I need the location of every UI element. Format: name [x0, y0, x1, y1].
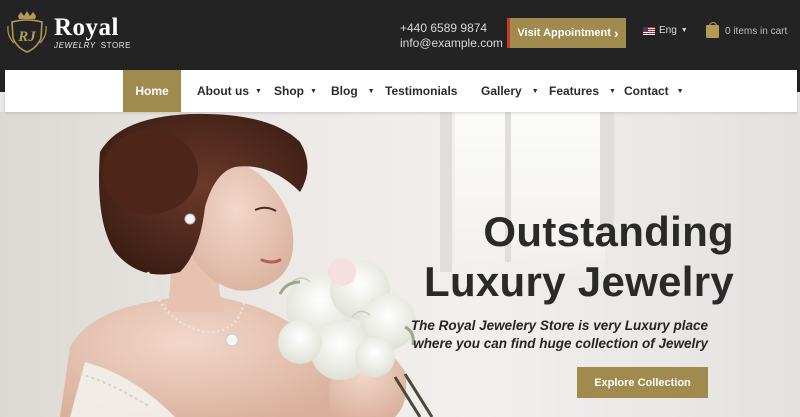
- nav-item-label: Shop: [274, 84, 304, 98]
- nav-item-gallery[interactable]: Gallery ▼: [481, 70, 539, 112]
- nav-item-blog[interactable]: Blog ▼: [331, 70, 375, 112]
- main-navigation: Home About us ▼ Shop ▼ Blog ▼ Testimonia…: [5, 70, 797, 112]
- nav-item-label: Blog: [331, 84, 358, 98]
- phone-number[interactable]: +440 6589 9874: [400, 21, 503, 36]
- chevron-down-icon: ▼: [609, 87, 616, 95]
- hero-banner: Outstanding Luxury Jewelry The Royal Jew…: [0, 112, 800, 417]
- nav-item-label: Features: [549, 84, 600, 98]
- nav-item-label: Contact: [624, 84, 669, 98]
- brand-logo[interactable]: RJ Royal JEWELRY STORE: [6, 10, 131, 54]
- visit-appointment-button[interactable]: Visit Appointment ›: [507, 18, 626, 48]
- nav-item-label: About us: [197, 84, 249, 98]
- nav-item-features[interactable]: Features ▼: [549, 70, 616, 112]
- chevron-down-icon: ▼: [255, 87, 262, 95]
- chevron-down-icon: ▼: [676, 87, 684, 95]
- appointment-label: Visit Appointment: [517, 27, 611, 39]
- explore-collection-button[interactable]: Explore Collection: [577, 367, 708, 398]
- hero-description: The Royal Jewelery Store is very Luxury …: [411, 317, 708, 353]
- logo-monogram: RJ: [17, 29, 36, 45]
- cart-count-label: 0 items in cart: [725, 26, 788, 37]
- hero-model-image: [60, 113, 434, 417]
- chevron-down-icon: ▼: [531, 87, 539, 95]
- chevron-down-icon: ▼: [680, 27, 688, 34]
- shopping-bag-icon: [706, 22, 719, 38]
- nav-item-contact[interactable]: Contact ▼: [624, 70, 684, 112]
- nav-item-label: Gallery: [481, 84, 522, 98]
- crest-logo-icon: RJ: [6, 10, 48, 54]
- brand-name: Royal: [54, 13, 119, 41]
- nav-item-label: Home: [135, 84, 169, 98]
- hero-description-line-2: where you can find huge collection of Je…: [413, 336, 708, 351]
- chevron-down-icon: ▼: [367, 87, 375, 95]
- cart-link[interactable]: 0 items in cart: [706, 22, 788, 38]
- chevron-down-icon: ▼: [310, 87, 317, 95]
- nav-item-about-us[interactable]: About us ▼: [197, 70, 262, 112]
- language-selector[interactable]: Eng ▼: [643, 25, 688, 36]
- hero-description-line-1: The Royal Jewelery Store is very Luxury …: [410, 318, 708, 333]
- nav-item-home[interactable]: Home: [123, 70, 181, 112]
- hero-headline: Outstanding Luxury Jewelry: [424, 207, 734, 307]
- chevron-right-icon: ›: [613, 25, 619, 41]
- nav-item-shop[interactable]: Shop ▼: [274, 70, 317, 112]
- email-address[interactable]: info@example.com: [400, 36, 503, 51]
- contact-info: +440 6589 9874 info@example.com: [400, 21, 503, 51]
- hero-title-line-2: Luxury Jewelry: [423, 258, 734, 305]
- brand-subtitle-store: STORE: [100, 40, 132, 50]
- nav-item-label: Testimonials: [385, 84, 458, 98]
- language-label: Eng: [659, 25, 677, 36]
- us-flag-icon: [643, 26, 655, 35]
- brand-subtitle-jewelry: JEWELRY: [54, 40, 96, 50]
- nav-item-testimonials[interactable]: Testimonials: [385, 70, 457, 112]
- hero-title-line-1: Outstanding: [483, 208, 734, 255]
